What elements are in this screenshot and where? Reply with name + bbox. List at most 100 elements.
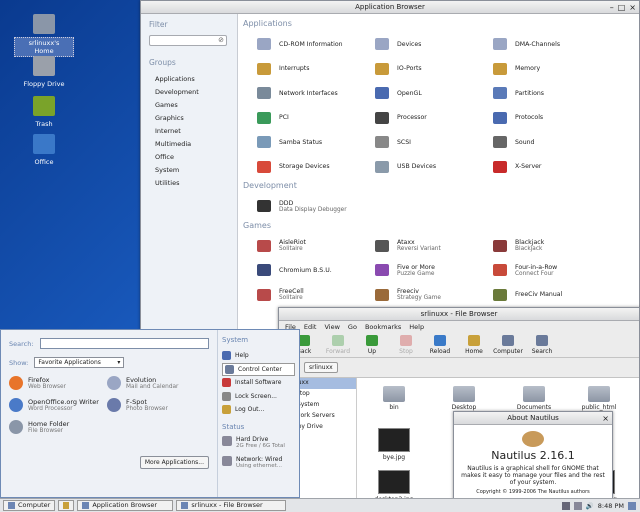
app-launcher[interactable]: Storage Devices bbox=[243, 155, 361, 180]
system-item[interactable]: Log Out... bbox=[222, 403, 295, 417]
desktop-icon-office[interactable]: Office bbox=[14, 134, 74, 167]
toolbar-button[interactable]: Stop bbox=[389, 335, 423, 357]
file-item[interactable]: bye.jpg bbox=[369, 428, 419, 461]
app-text: Five or More Puzzle Game bbox=[397, 264, 435, 277]
app-launcher[interactable]: Five or More Puzzle Game bbox=[361, 258, 479, 283]
clear-icon[interactable]: ⊘ bbox=[218, 36, 224, 44]
app-launcher[interactable]: Memory bbox=[479, 57, 597, 82]
file-item[interactable]: bin bbox=[369, 386, 419, 411]
app-launcher[interactable]: AisleRiot Solitaire bbox=[243, 234, 361, 259]
status-item[interactable]: Hard Drive 2G Free / 6G Total bbox=[222, 435, 295, 449]
search-input[interactable] bbox=[39, 338, 209, 349]
show-desktop-icon[interactable] bbox=[628, 501, 636, 510]
group-item[interactable]: Multimedia bbox=[149, 138, 229, 151]
file-item[interactable]: Documents bbox=[509, 386, 559, 411]
toolbar-button[interactable]: Reload bbox=[423, 335, 457, 357]
computer-menu-button[interactable]: Computer bbox=[3, 500, 56, 511]
app-launcher[interactable]: DDD Data Display Debugger bbox=[243, 194, 361, 219]
app-launcher[interactable]: Samba Status bbox=[243, 130, 361, 155]
app-launcher[interactable]: Ataxx Reversi Variant bbox=[361, 234, 479, 259]
system-item[interactable]: Control Center bbox=[222, 362, 295, 376]
toolbar-button[interactable]: Computer bbox=[491, 335, 525, 357]
task-app-browser[interactable]: Application Browser bbox=[77, 500, 174, 511]
app-launcher[interactable]: FreeCiv Manual bbox=[479, 283, 597, 308]
group-item[interactable]: Development bbox=[149, 86, 229, 99]
app-launcher[interactable]: Freeciv Strategy Game bbox=[361, 283, 479, 308]
app-launcher[interactable]: Chromium B.S.U. bbox=[243, 258, 361, 283]
window-title: Application Browser bbox=[355, 3, 425, 11]
app-launcher[interactable]: Blackjack Blackjack bbox=[479, 234, 597, 259]
toolbar-icon bbox=[502, 335, 514, 346]
file-item[interactable]: public_html bbox=[574, 386, 624, 411]
menu-item[interactable]: Help bbox=[409, 323, 424, 331]
favorite-app[interactable]: Home Folder File Browser bbox=[9, 420, 107, 434]
system-item[interactable]: Lock Screen... bbox=[222, 390, 295, 404]
window-titlebar[interactable]: srlinuxx - File Browser bbox=[279, 308, 639, 321]
group-item[interactable]: System bbox=[149, 164, 229, 177]
app-launcher[interactable]: Processor bbox=[361, 106, 479, 131]
app-launcher[interactable]: IO-Ports bbox=[361, 57, 479, 82]
app-launcher[interactable]: CD-ROM Information bbox=[243, 32, 361, 57]
group-item[interactable]: Office bbox=[149, 151, 229, 164]
app-launcher[interactable]: Partitions bbox=[479, 81, 597, 106]
status-item[interactable]: Network: Wired Using ethernet... bbox=[222, 455, 295, 469]
app-text: Chromium B.S.U. bbox=[279, 267, 332, 274]
app-launcher[interactable]: Sound bbox=[479, 130, 597, 155]
desktop-icon-floppy[interactable]: Floppy Drive bbox=[14, 56, 74, 89]
app-name: Samba Status bbox=[279, 138, 323, 146]
toolbar-button[interactable]: Home bbox=[457, 335, 491, 357]
favorite-app[interactable]: OpenOffice.org Writer Word Processor bbox=[9, 398, 107, 412]
favorite-app[interactable]: Evolution Mail and Calendar bbox=[107, 376, 205, 390]
app-launcher[interactable]: X-Server bbox=[479, 155, 597, 180]
group-item[interactable]: Applications bbox=[149, 73, 229, 86]
volume-icon[interactable]: 🔊 bbox=[586, 502, 594, 510]
app-launcher[interactable]: DMA-Channels bbox=[479, 32, 597, 57]
group-item[interactable]: Utilities bbox=[149, 177, 229, 190]
app-launcher[interactable]: Interrupts bbox=[243, 57, 361, 82]
show-select[interactable]: Favorite Applications ▾ bbox=[34, 357, 125, 368]
toolbar-button[interactable]: Up bbox=[355, 335, 389, 357]
menu-item[interactable]: Edit bbox=[304, 323, 317, 331]
app-launcher[interactable]: Devices bbox=[361, 32, 479, 57]
menu-item[interactable]: Bookmarks bbox=[365, 323, 401, 331]
favorite-app[interactable]: Firefox Web Browser bbox=[9, 376, 107, 390]
app-launcher[interactable]: OpenGL bbox=[361, 81, 479, 106]
printer-icon[interactable] bbox=[573, 501, 582, 510]
filter-input[interactable]: ⊘ bbox=[149, 35, 227, 46]
window-titlebar[interactable]: Application Browser – □ × bbox=[141, 1, 639, 14]
more-applications-button[interactable]: More Applications... bbox=[139, 456, 209, 469]
app-name: Ataxx bbox=[397, 239, 415, 247]
desktop-icon-home[interactable]: srlinuxx's Home bbox=[14, 14, 74, 57]
minimize-icon[interactable]: – bbox=[610, 2, 614, 13]
app-launcher[interactable]: PCI bbox=[243, 106, 361, 131]
menu-item[interactable]: View bbox=[324, 323, 339, 331]
network-icon[interactable] bbox=[561, 501, 570, 510]
favorite-app[interactable]: F-Spot Photo Browser bbox=[107, 398, 205, 412]
toolbar-label: Up bbox=[367, 348, 377, 355]
close-icon[interactable]: × bbox=[629, 2, 636, 13]
system-item[interactable]: Help bbox=[222, 349, 295, 363]
clock[interactable]: 8:48 PM bbox=[598, 502, 624, 510]
path-button[interactable]: srlinuxx bbox=[304, 362, 338, 373]
app-launcher[interactable]: Network Interfaces bbox=[243, 81, 361, 106]
close-icon[interactable]: × bbox=[602, 413, 609, 424]
group-item[interactable]: Games bbox=[149, 99, 229, 112]
toolbar-button[interactable]: Forward bbox=[321, 335, 355, 357]
system-item-icon bbox=[225, 364, 234, 374]
dialog-titlebar[interactable]: About Nautilus × bbox=[454, 412, 612, 425]
toolbar-button[interactable]: Search bbox=[525, 335, 559, 357]
app-launcher[interactable]: SCSI bbox=[361, 130, 479, 155]
app-launcher[interactable]: Protocols bbox=[479, 106, 597, 131]
app-launcher[interactable]: USB Devices bbox=[361, 155, 479, 180]
system-item[interactable]: Install Software bbox=[222, 376, 295, 390]
app-launcher[interactable]: Four-in-a-Row Connect Four bbox=[479, 258, 597, 283]
app-launcher[interactable]: FreeCell Solitaire bbox=[243, 283, 361, 308]
group-item[interactable]: Graphics bbox=[149, 112, 229, 125]
desktop-icon-trash[interactable]: Trash bbox=[14, 96, 74, 129]
task-file-browser[interactable]: srlinuxx - File Browser bbox=[176, 500, 287, 511]
show-desktop-button[interactable] bbox=[58, 500, 75, 511]
menu-item[interactable]: Go bbox=[348, 323, 357, 331]
group-item[interactable]: Internet bbox=[149, 125, 229, 138]
maximize-icon[interactable]: □ bbox=[618, 2, 626, 13]
file-item[interactable]: Desktop bbox=[439, 386, 489, 411]
